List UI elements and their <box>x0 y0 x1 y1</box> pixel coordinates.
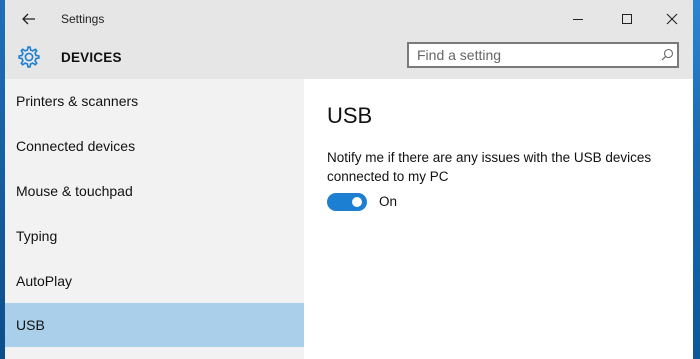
section-title: DEVICES <box>61 50 122 65</box>
search-box[interactable] <box>407 42 679 68</box>
sidebar-item-connected-devices[interactable]: Connected devices <box>5 124 304 168</box>
sidebar-item-label: Printers & scanners <box>16 93 139 109</box>
sidebar-item-label: Typing <box>16 228 58 244</box>
sidebar-item-label: Connected devices <box>16 138 136 154</box>
page-title: USB <box>327 103 373 128</box>
sidebar-item-label: Mouse & touchpad <box>16 183 133 199</box>
usb-notify-toggle[interactable] <box>327 193 367 211</box>
main-content: USB Notify me if there are any issues wi… <box>304 79 693 359</box>
toggle-state-label: On <box>379 194 398 209</box>
gear-icon <box>18 46 40 68</box>
minimize-icon <box>573 19 583 20</box>
page-header: DEVICES <box>5 38 693 79</box>
sidebar-item-mouse-touchpad[interactable]: Mouse & touchpad <box>5 169 304 213</box>
close-icon <box>666 13 678 25</box>
sidebar-item-label: USB <box>16 317 45 333</box>
toggle-knob <box>352 197 362 207</box>
desktop-background-right <box>693 0 700 359</box>
back-button[interactable] <box>13 4 45 34</box>
maximize-icon <box>622 14 632 24</box>
maximize-button[interactable] <box>604 0 650 38</box>
sidebar-item-typing[interactable]: Typing <box>5 214 304 258</box>
sidebar-item-label: AutoPlay <box>16 273 73 289</box>
sidebar: Printers & scanners Connected devices Mo… <box>5 79 304 359</box>
sidebar-item-printers-scanners[interactable]: Printers & scanners <box>5 79 304 123</box>
sidebar-item-autoplay[interactable]: AutoPlay <box>5 259 304 303</box>
title-bar: Settings <box>5 0 693 38</box>
close-button[interactable] <box>649 0 693 38</box>
back-arrow-icon <box>22 13 35 25</box>
sidebar-item-usb[interactable]: USB <box>5 303 304 347</box>
window-title: Settings <box>61 12 105 26</box>
usb-notify-description: Notify me if there are any issues with t… <box>327 150 652 184</box>
settings-window: Settings DEVICES Find a setting Printers… <box>5 0 693 359</box>
search-icon[interactable] <box>661 48 674 61</box>
minimize-button[interactable] <box>555 0 601 38</box>
search-input[interactable] <box>409 44 657 66</box>
